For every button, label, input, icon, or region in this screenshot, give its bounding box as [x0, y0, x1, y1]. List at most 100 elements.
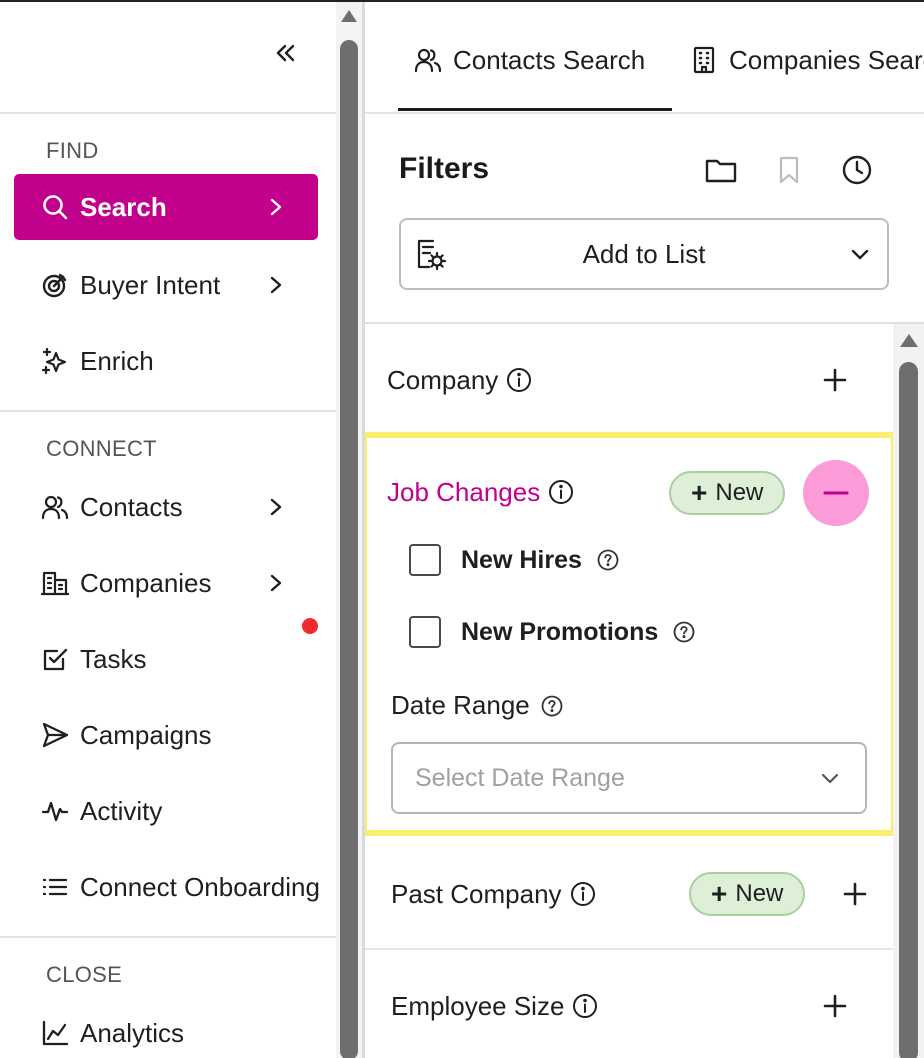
- chevron-right-icon: [266, 275, 286, 295]
- sidebar-item-enrich[interactable]: Enrich: [14, 328, 318, 394]
- info-icon[interactable]: [548, 479, 574, 505]
- users-icon: [40, 492, 70, 522]
- sidebar-divider: [0, 410, 336, 412]
- collapse-sidebar-button[interactable]: [270, 38, 300, 68]
- filters-title: Filters: [399, 152, 490, 185]
- sidebar-item-activity[interactable]: Activity: [14, 778, 318, 844]
- filter-employee-size[interactable]: Employee Size: [391, 976, 881, 1036]
- option-new-promotions[interactable]: New Promotions: [409, 612, 696, 652]
- active-tab-indicator: [398, 108, 672, 111]
- scroll-up-arrow-icon[interactable]: [900, 334, 918, 347]
- new-label: New: [715, 479, 764, 506]
- sidebar-item-campaigns[interactable]: Campaigns: [14, 702, 318, 768]
- sidebar-item-label: Companies: [80, 567, 212, 598]
- section-label-close: CLOSE: [46, 962, 123, 987]
- pulse-icon: [40, 796, 70, 826]
- option-new-hires[interactable]: New Hires: [409, 540, 620, 580]
- option-label: New Hires: [461, 545, 582, 574]
- saved-filters-folder-button[interactable]: [703, 152, 739, 188]
- list-icon: [40, 872, 70, 902]
- info-icon[interactable]: [570, 881, 596, 907]
- help-icon[interactable]: [672, 620, 696, 644]
- folder-icon: [705, 159, 737, 183]
- sidebar-item-label: Buyer Intent: [80, 269, 221, 300]
- help-icon[interactable]: [540, 694, 564, 718]
- chevron-right-icon: [266, 497, 286, 517]
- filter-label: Job Changes: [387, 476, 541, 507]
- new-label: New: [735, 880, 784, 907]
- job-changes-new-button[interactable]: + New: [669, 471, 786, 515]
- sidebar-item-buyer-intent[interactable]: Buyer Intent: [14, 252, 318, 318]
- filter-label: Company: [387, 364, 499, 395]
- info-icon[interactable]: [506, 367, 532, 393]
- sidebar-divider: [0, 112, 336, 114]
- list-settings-icon: [417, 239, 447, 271]
- filters-divider: [365, 322, 924, 324]
- filter-past-company[interactable]: Past Company: [391, 864, 881, 924]
- check-square-icon: [40, 644, 70, 674]
- plus-icon: [843, 882, 867, 906]
- date-range-label: Date Range: [391, 690, 564, 721]
- scrollbar-thumb[interactable]: [340, 40, 358, 1058]
- clock-icon: [842, 155, 872, 185]
- sidebar-item-label: Tasks: [80, 643, 147, 674]
- target-icon: [40, 270, 70, 300]
- sidebar-item-label: Contacts: [80, 491, 183, 522]
- sidebar-item-label: Activity: [80, 795, 163, 826]
- sidebar-item-search[interactable]: Search: [14, 174, 318, 240]
- add-to-list-dropdown[interactable]: Add to List: [399, 218, 889, 290]
- new-promotions-checkbox[interactable]: [409, 616, 441, 648]
- tab-label: Companies Search: [729, 44, 924, 75]
- sidebar: FIND Search Buyer Intent Enrich CONNECT …: [0, 2, 336, 1058]
- filter-label: Past Company: [391, 878, 562, 909]
- search-panel: Contacts Search Companies Search Filters…: [365, 2, 924, 1058]
- bookmark-icon: [779, 156, 799, 184]
- sidebar-divider: [0, 936, 336, 938]
- date-range-placeholder: Select Date Range: [415, 763, 625, 792]
- send-icon: [40, 720, 70, 750]
- chevron-right-icon: [266, 197, 286, 217]
- sidebar-scrollbar[interactable]: [336, 2, 362, 1058]
- scroll-up-arrow-icon[interactable]: [341, 10, 357, 22]
- expand-company-filter-button[interactable]: [817, 362, 853, 398]
- help-icon[interactable]: [596, 548, 620, 572]
- add-to-list-label: Add to List: [582, 238, 706, 269]
- building-icon: [689, 45, 719, 75]
- expand-employee-size-button[interactable]: [817, 988, 853, 1024]
- option-label: New Promotions: [461, 617, 659, 646]
- section-label-connect: CONNECT: [46, 436, 157, 461]
- expand-past-company-button[interactable]: [837, 876, 873, 912]
- sidebar-item-connect-onboarding[interactable]: Connect Onboarding: [14, 854, 320, 920]
- chevron-right-icon: [266, 573, 286, 593]
- sidebar-item-label: Search: [80, 191, 167, 222]
- filter-history-button[interactable]: [839, 152, 875, 188]
- search-icon: [40, 192, 70, 222]
- tab-label: Contacts Search: [453, 44, 646, 75]
- sidebar-item-label: Analytics: [80, 1017, 185, 1048]
- sidebar-item-companies[interactable]: Companies: [14, 550, 318, 616]
- chevron-down-icon: [851, 249, 869, 260]
- plus-icon: +: [711, 878, 728, 909]
- building-icon: [40, 568, 70, 598]
- collapse-job-changes-button[interactable]: [803, 460, 869, 526]
- tab-companies-search[interactable]: Companies Search: [689, 40, 924, 80]
- tab-contacts-search[interactable]: Contacts Search: [413, 40, 645, 80]
- sidebar-item-contacts[interactable]: Contacts: [14, 474, 318, 540]
- filter-company[interactable]: Company: [387, 350, 877, 410]
- bookmark-filter-button[interactable]: [771, 152, 807, 188]
- plus-icon: [823, 994, 847, 1018]
- section-label-find: FIND: [46, 138, 99, 163]
- minus-icon: [823, 491, 849, 495]
- plus-icon: [823, 368, 847, 392]
- sidebar-item-analytics[interactable]: Analytics: [14, 1000, 318, 1058]
- sidebar-item-tasks[interactable]: Tasks: [14, 626, 318, 692]
- filters-scrollbar[interactable]: [893, 324, 924, 1058]
- new-hires-checkbox[interactable]: [409, 544, 441, 576]
- date-range-select[interactable]: Select Date Range: [391, 742, 867, 814]
- scrollbar-thumb[interactable]: [899, 362, 918, 1058]
- sidebar-item-label: Campaigns: [80, 719, 212, 750]
- line-chart-icon: [40, 1018, 70, 1048]
- past-company-new-button[interactable]: + New: [689, 872, 806, 916]
- filter-divider: [365, 948, 893, 950]
- info-icon[interactable]: [572, 993, 598, 1019]
